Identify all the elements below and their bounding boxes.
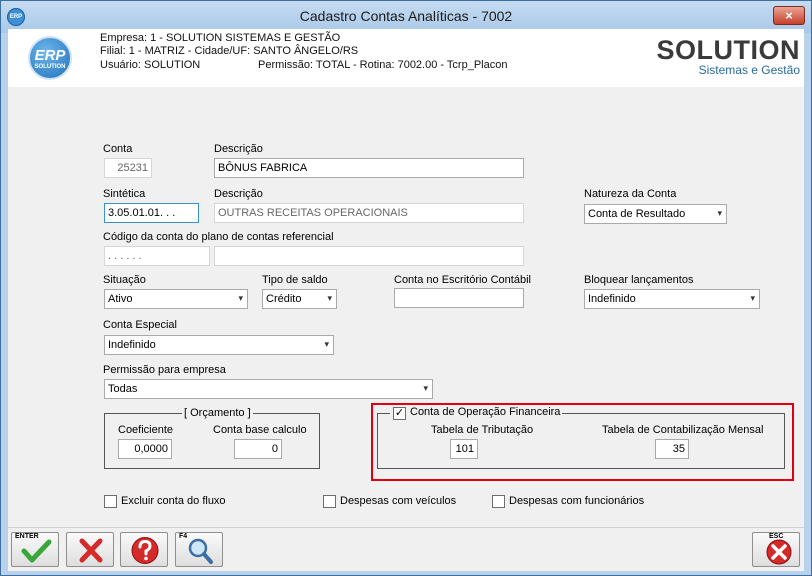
solution-logo: SOLUTION Sistemas e Gestão xyxy=(656,35,801,77)
financeira-checkbox[interactable]: ✓ xyxy=(393,407,406,420)
usuario-info: Usuário: SOLUTION xyxy=(100,59,201,71)
help-icon xyxy=(131,537,159,564)
chevron-down-icon: ▾ xyxy=(238,293,243,303)
conta-escritorio-label: Conta no Escritório Contábil xyxy=(394,274,531,286)
window-close-button[interactable]: × xyxy=(773,6,805,25)
tipo-saldo-select[interactable]: Crédito ▾ xyxy=(262,289,337,309)
conta-base-field[interactable]: 0 xyxy=(234,439,282,459)
help-button[interactable] xyxy=(120,532,168,567)
descricao-field[interactable]: BÔNUS FABRICA xyxy=(214,158,524,178)
situacao-label: Situação xyxy=(103,274,146,286)
natureza-select[interactable]: Conta de Resultado ▾ xyxy=(584,204,727,224)
conta-escritorio-field[interactable] xyxy=(394,288,524,308)
permissao-empresa-select[interactable]: Todas ▾ xyxy=(104,379,433,399)
coeficiente-label: Coeficiente xyxy=(118,424,174,436)
descricao-label: Descrição xyxy=(214,143,263,155)
main-window: ERP Cadastro Contas Analíticas - 7002 × … xyxy=(0,0,812,576)
filial-info: Filial: 1 - MATRIZ - Cidade/UF: SANTO ÂN… xyxy=(100,45,359,57)
financeira-group xyxy=(377,413,785,469)
close-icon xyxy=(766,539,792,565)
sintetica-field[interactable]: 3.05.01.01. . . xyxy=(104,203,199,223)
situacao-select[interactable]: Ativo ▾ xyxy=(104,289,248,309)
window-title: Cadastro Contas Analíticas - 7002 xyxy=(299,8,513,24)
excluir-fluxo-checkbox[interactable] xyxy=(104,495,117,508)
permissao-info: Permissão: TOTAL - Rotina: 7002.00 - Tcr… xyxy=(258,59,508,71)
descricao2-field[interactable]: OUTRAS RECEITAS OPERACIONAIS xyxy=(214,203,524,223)
orcamento-title: [ Orçamento ] xyxy=(182,407,253,419)
chevron-down-icon: ▾ xyxy=(423,383,428,393)
chevron-down-icon: ▾ xyxy=(717,208,722,218)
tabela-trib-label: Tabela de Tributação xyxy=(431,424,534,436)
permissao-empresa-label: Permissão para empresa xyxy=(103,364,226,376)
sintetica-label: Sintética xyxy=(103,188,146,200)
footer-toolbar: ENTER F4 ESC xyxy=(8,527,804,571)
conta-base-label: Conta base calculo xyxy=(213,424,307,436)
cancel-button[interactable] xyxy=(66,532,114,567)
conta-label: Conta xyxy=(103,143,133,155)
tipo-saldo-label: Tipo de saldo xyxy=(262,274,328,286)
confirm-button[interactable]: ENTER xyxy=(11,532,59,567)
conta-especial-label: Conta Especial xyxy=(103,319,177,331)
chevron-down-icon: ▾ xyxy=(324,339,329,349)
despesas-veiculos-checkbox[interactable] xyxy=(323,495,336,508)
codigo-ref-desc-field[interactable] xyxy=(214,246,524,266)
erp-logo: ERP SOLUTION xyxy=(28,36,72,80)
natureza-label: Natureza da Conta xyxy=(584,188,677,200)
chevron-down-icon: ▾ xyxy=(327,293,332,303)
codigo-ref-field[interactable]: . . . . . . xyxy=(104,246,210,266)
magnifier-icon xyxy=(188,538,213,564)
checkmark-icon xyxy=(21,539,52,563)
search-button[interactable]: F4 xyxy=(175,532,223,567)
bloquear-label: Bloquear lançamentos xyxy=(584,274,694,286)
bloquear-select[interactable]: Indefinido ▾ xyxy=(584,289,760,309)
exit-button[interactable]: ESC xyxy=(752,532,800,567)
conta-field[interactable]: 25231 xyxy=(104,158,152,178)
despesas-funcionarios-label: Despesas com funcionários xyxy=(509,495,645,507)
financeira-title: Conta de Operação Financeira xyxy=(390,406,563,418)
company-header: ERP SOLUTION Empresa: 1 - SOLUTION SISTE… xyxy=(8,29,804,87)
form-content: Conta 25231 Descrição BÔNUS FABRICA Sint… xyxy=(8,89,804,525)
x-icon xyxy=(79,538,103,563)
coeficiente-field[interactable]: 0,0000 xyxy=(118,439,172,459)
excluir-fluxo-label: Excluir conta do fluxo xyxy=(121,495,226,507)
conta-especial-select[interactable]: Indefinido ▾ xyxy=(104,335,334,355)
descricao2-label: Descrição xyxy=(214,188,263,200)
despesas-veiculos-label: Despesas com veículos xyxy=(340,495,457,507)
codigo-ref-label: Código da conta do plano de contas refer… xyxy=(103,231,334,243)
chevron-down-icon: ▾ xyxy=(750,293,755,303)
tabela-contab-field[interactable]: 35 xyxy=(655,439,689,459)
tabela-trib-field[interactable]: 101 xyxy=(450,439,478,459)
empresa-info: Empresa: 1 - SOLUTION SISTEMAS E GESTÃO xyxy=(100,32,341,44)
tabela-contab-label: Tabela de Contabilização Mensal xyxy=(602,424,764,436)
client-area: ERP SOLUTION Empresa: 1 - SOLUTION SISTE… xyxy=(8,29,804,571)
despesas-funcionarios-checkbox[interactable] xyxy=(492,495,505,508)
